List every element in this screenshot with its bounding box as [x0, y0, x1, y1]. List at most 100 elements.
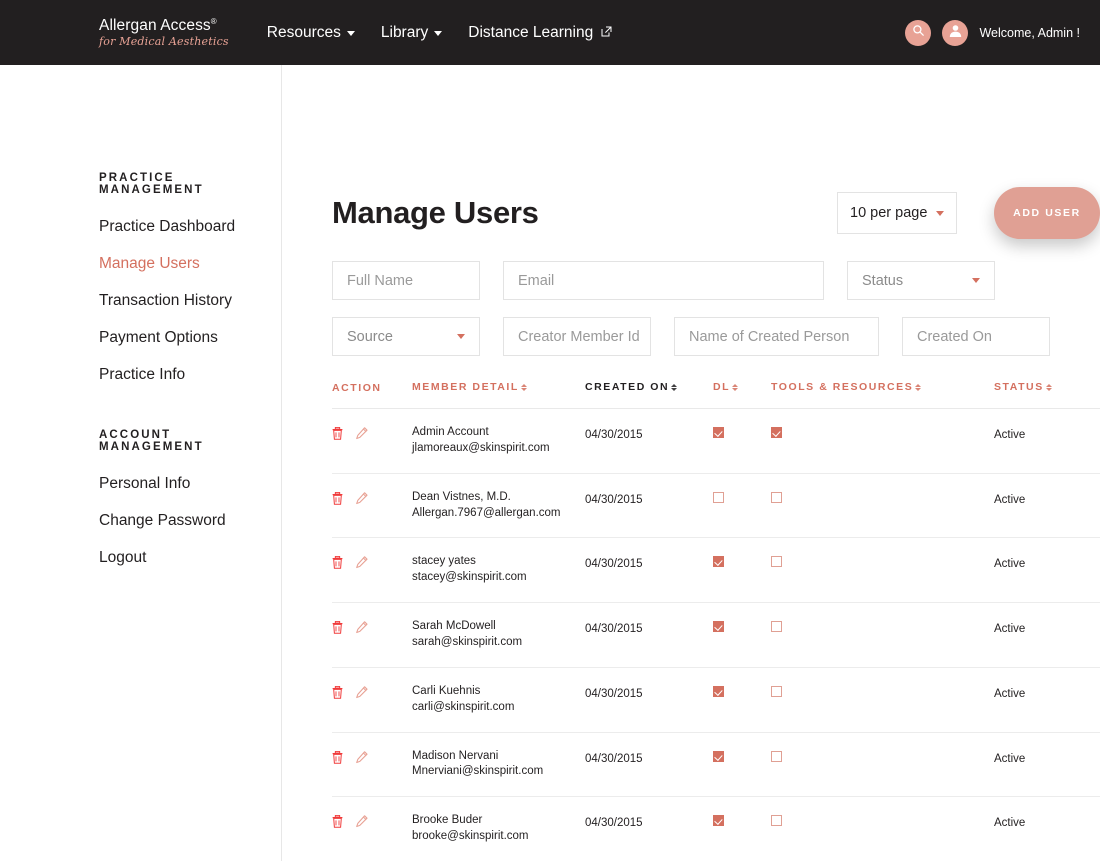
column-header-label: CREATED ON — [585, 381, 670, 393]
search-button[interactable] — [905, 19, 932, 46]
tools-resources-checkbox[interactable] — [771, 621, 782, 633]
brand-logo[interactable]: Allergan Access® for Medical Aesthetics — [99, 18, 229, 47]
delete-row-button[interactable] — [332, 750, 343, 764]
tools-resources-checkbox[interactable] — [771, 815, 782, 827]
column-header-label: MEMBER DETAIL — [412, 381, 519, 393]
sidebar-item-transaction-history[interactable]: Transaction History — [99, 292, 281, 310]
edit-row-button[interactable] — [356, 556, 368, 569]
member-detail-cell: Brooke Buder brooke@skinspirit.com — [412, 813, 585, 845]
created-on-input[interactable]: Created On — [902, 317, 1050, 356]
email-input[interactable]: Email — [503, 261, 824, 300]
nav-item-library[interactable]: Library — [380, 23, 443, 42]
delete-row-button[interactable] — [332, 426, 343, 440]
tools-resources-checkbox[interactable] — [771, 491, 782, 503]
column-header-status[interactable]: STATUS — [994, 381, 1094, 393]
sidebar-item-personal-info[interactable]: Personal Info — [99, 475, 281, 493]
tools-resources-checkbox[interactable] — [771, 750, 782, 762]
creator-member-id-input[interactable]: Creator Member Id — [503, 317, 651, 356]
created-on-cell: 04/30/2015 — [585, 684, 713, 702]
column-header-dl[interactable]: DL — [713, 381, 771, 393]
filter-panel: Full Name Email Status Source Creator Membe… — [332, 261, 1100, 356]
pencil-icon — [356, 750, 368, 764]
table-row: Brooke Buder brooke@skinspirit.com 04/30/2… — [332, 797, 1100, 861]
dl-checkbox[interactable] — [713, 815, 724, 827]
pencil-icon — [356, 621, 368, 634]
dl-checkbox[interactable] — [713, 621, 724, 633]
column-header-created-on[interactable]: CREATED ON — [585, 381, 713, 393]
delete-row-button[interactable] — [332, 815, 343, 829]
sidebar-item-change-password[interactable]: Change Password — [99, 512, 281, 530]
full-name-input[interactable]: Full Name — [332, 261, 480, 300]
add-user-button[interactable]: ADD USER — [994, 187, 1100, 239]
sort-arrows-icon — [520, 383, 527, 391]
sidebar-item-label: Logout — [99, 549, 147, 566]
member-name: Carli Kuehnis — [412, 684, 481, 697]
member-detail-cell: Madison Nervani Mnerviani@skinspirit.com — [412, 749, 585, 781]
edit-row-button[interactable] — [356, 621, 368, 634]
trash-icon — [332, 750, 343, 764]
dl-checkbox[interactable] — [713, 556, 724, 568]
dl-cell — [713, 554, 771, 572]
nav-item-library-label: Library — [380, 23, 429, 41]
edit-row-button[interactable] — [356, 686, 368, 699]
sidebar-item-logout[interactable]: Logout — [99, 549, 281, 567]
sidebar-item-practice-info[interactable]: Practice Info — [99, 366, 281, 384]
dl-checkbox[interactable] — [713, 491, 724, 503]
edit-row-button[interactable] — [356, 427, 368, 440]
member-detail-cell: Admin Account jlamoreaux@skinspirit.com — [412, 425, 585, 457]
sidebar-item-practice-dashboard[interactable]: Practice Dashboard — [99, 218, 281, 236]
dl-checkbox[interactable] — [713, 750, 724, 762]
name-of-created-person-input[interactable]: Name of Created Person — [674, 317, 879, 356]
tools-resources-checkbox[interactable] — [771, 427, 782, 438]
column-header-member-detail[interactable]: MEMBER DETAIL — [412, 381, 585, 393]
delete-row-button[interactable] — [332, 621, 343, 634]
member-name: stacey yates — [412, 555, 476, 568]
tools-resources-checkbox[interactable] — [771, 556, 782, 568]
full-name-value: Full Name — [347, 272, 414, 289]
per-page-select[interactable]: 10 per page — [837, 192, 957, 234]
delete-row-button[interactable] — [332, 556, 343, 570]
sidebar-item-label: Change Password — [99, 512, 226, 529]
column-header-tools-resources[interactable]: TOOLS & RESOURCES — [771, 381, 994, 393]
member-email: sarah@skinspirit.com — [412, 636, 523, 649]
row-actions — [332, 619, 412, 634]
user-avatar-icon — [948, 23, 963, 43]
created-on-value: Created On — [917, 328, 992, 345]
row-actions — [332, 813, 412, 829]
primary-nav: Resources Library Distance Learning — [267, 24, 612, 42]
users-table: ACTION MEMBER DETAIL CREATED ON DL TOOLS & R… — [332, 380, 1100, 861]
sidebar-item-payment-options[interactable]: Payment Options — [99, 329, 281, 347]
trash-icon — [332, 815, 343, 829]
sidebar-item-manage-users[interactable]: Manage Users — [99, 255, 281, 273]
status-select[interactable]: Status — [847, 261, 995, 300]
sort-arrows-icon — [732, 383, 739, 391]
delete-row-button[interactable] — [332, 491, 343, 505]
created-on-value: 04/30/2015 — [585, 817, 643, 830]
tools-resources-cell — [771, 749, 994, 767]
created-on-cell: 04/30/2015 — [585, 813, 713, 831]
edit-row-button[interactable] — [356, 491, 368, 505]
created-on-value: 04/30/2015 — [585, 687, 643, 700]
pencil-icon — [356, 491, 368, 505]
per-page-select-value: 10 per page — [850, 205, 928, 221]
edit-row-button[interactable] — [356, 750, 368, 764]
tools-resources-checkbox[interactable] — [771, 685, 782, 697]
top-navigation-bar: Allergan Access® for Medical Aesthetics … — [0, 0, 1100, 65]
table-row: Admin Account jlamoreaux@skinspirit.com 04… — [332, 409, 1100, 474]
source-select[interactable]: Source — [332, 317, 480, 356]
nav-item-resources[interactable]: Resources — [267, 24, 355, 42]
edit-row-button[interactable] — [356, 815, 368, 828]
table-row: Sarah McDowell sarah@skinspirit.com 04/30/… — [332, 603, 1100, 668]
row-actions — [332, 684, 412, 699]
dl-checkbox[interactable] — [713, 427, 724, 438]
avatar[interactable] — [942, 19, 969, 46]
nav-item-distance-learning[interactable]: Distance Learning — [468, 24, 612, 42]
dl-checkbox[interactable] — [713, 685, 724, 697]
member-email: carli@skinspirit.com — [412, 700, 515, 713]
delete-row-button[interactable] — [332, 685, 343, 699]
member-detail-cell: Dean Vistnes, M.D. Allergan.7967@allergan… — [412, 490, 585, 522]
email-value: Email — [518, 272, 555, 289]
status-cell: Active — [994, 684, 1094, 702]
nav-item-resources-label: Resources — [266, 23, 341, 41]
table-row: Dean Vistnes, M.D. Allergan.7967@allergan… — [332, 474, 1100, 539]
